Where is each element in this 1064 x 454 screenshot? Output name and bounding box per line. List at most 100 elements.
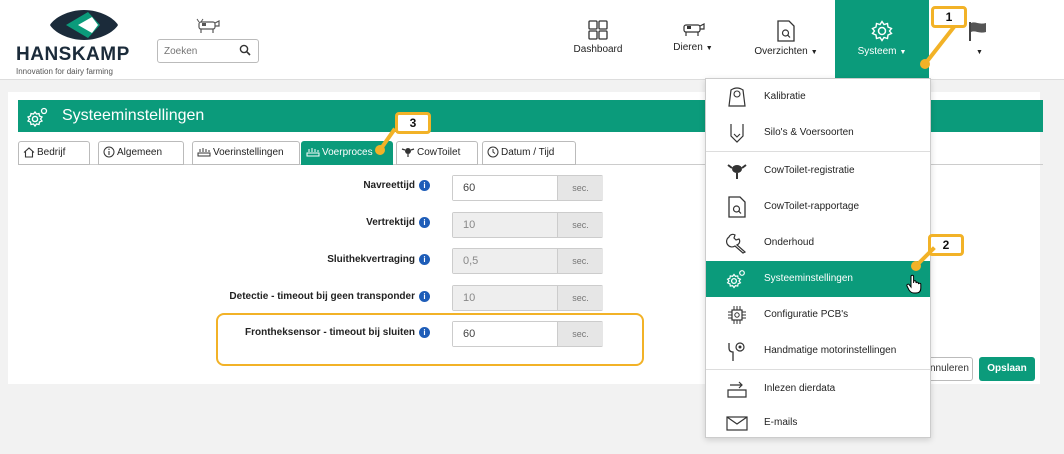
menu-label: Inlezen dierdata <box>764 383 836 394</box>
menu-label: Systeeminstellingen <box>764 273 853 284</box>
cow-icon <box>196 18 220 33</box>
brand-tagline: Innovation for dairy farming <box>16 67 113 76</box>
systeem-dropdown-menu: Kalibratie Silo's & Voersoorten CowToile… <box>705 78 931 438</box>
info-icon[interactable]: i <box>419 291 430 302</box>
setting-value: 0,5 <box>453 249 557 273</box>
menu-item-silos[interactable]: Silo's & Voersoorten <box>706 115 930 151</box>
nav-dieren[interactable]: Dieren ▼ <box>656 0 730 79</box>
report-icon <box>777 20 795 42</box>
setting-label-navreettijd: Navreettijd i <box>190 180 430 191</box>
mail-icon <box>726 416 748 431</box>
flag-icon <box>969 22 986 41</box>
search-field[interactable] <box>157 39 259 63</box>
gear-icon <box>726 270 745 289</box>
setting-label-sluithekvertraging: Sluithekvertraging i <box>190 254 430 265</box>
menu-label: E-mails <box>764 417 798 428</box>
page-title: Systeeminstellingen <box>62 107 205 124</box>
menu-label: Onderhoud <box>764 237 815 248</box>
setting-unit: sec. <box>557 176 603 200</box>
report-icon <box>728 196 746 218</box>
tab-voerinstellingen[interactable]: Voerinstellingen <box>192 141 300 165</box>
feed-icon <box>306 148 320 157</box>
setting-label-vertrektijd: Vertrektijd i <box>190 217 430 228</box>
chevron-down-icon: ▼ <box>899 49 907 56</box>
clock-icon <box>487 146 499 158</box>
wrench-icon <box>726 233 747 254</box>
motor-icon <box>728 342 745 361</box>
silo-icon <box>730 124 744 143</box>
cow-icon <box>401 148 415 158</box>
save-button[interactable]: Opslaan <box>979 357 1035 381</box>
menu-item-inlezen-dierdata[interactable]: Inlezen dierdata <box>706 371 930 407</box>
tab-label: Datum / Tijd <box>501 147 555 158</box>
logo-mark-icon <box>50 10 118 40</box>
setting-value: 10 <box>453 213 557 237</box>
chip-icon <box>728 306 746 324</box>
menu-item-onderhoud[interactable]: Onderhoud <box>706 225 930 261</box>
menu-divider <box>706 151 930 152</box>
search-icon[interactable] <box>239 44 251 56</box>
setting-field-sluithekvertraging: 0,5 sec. <box>452 248 603 274</box>
chevron-down-icon: ▼ <box>976 49 983 56</box>
brand-name: HANSKAMP <box>16 44 130 65</box>
setting-unit: sec. <box>557 213 603 237</box>
setting-unit: sec. <box>557 249 603 273</box>
nav-dashboard[interactable]: Dashboard <box>562 0 634 79</box>
cow-icon <box>727 164 747 179</box>
tab-algemeen[interactable]: Algemeen <box>98 141 184 165</box>
setting-field-detectie-timeout: 10 sec. <box>452 285 603 311</box>
chevron-down-icon: ▼ <box>810 49 818 56</box>
menu-item-cowtoilet-rapportage[interactable]: CowToilet-rapportage <box>706 189 930 225</box>
setting-field-vertrektijd: 10 sec. <box>452 212 603 238</box>
info-icon[interactable]: i <box>419 254 430 265</box>
menu-label: CowToilet-rapportage <box>764 201 860 212</box>
gear-icon <box>26 107 48 128</box>
cow-icon <box>683 23 705 36</box>
menu-divider <box>706 369 930 370</box>
nav-dieren-label: Dieren <box>673 42 703 53</box>
menu-item-e-mails[interactable]: E-mails <box>706 405 930 441</box>
annotation-badge-1: 1 <box>931 6 967 28</box>
highlight-frame <box>216 313 644 366</box>
menu-item-handmatige-motorinstellingen[interactable]: Handmatige motorinstellingen <box>706 333 930 369</box>
nav-systeem-label: Systeem <box>857 46 897 57</box>
top-navigation-bar: HANSKAMP Innovation for dairy farming Da… <box>0 0 1064 80</box>
nav-overzichten-label: Overzichten <box>754 46 808 57</box>
menu-label: CowToilet-registratie <box>764 165 855 176</box>
info-circle-icon <box>103 146 115 158</box>
annotation-badge-3: 3 <box>395 112 431 134</box>
tab-bedrijf[interactable]: Bedrijf <box>18 141 90 165</box>
info-icon[interactable]: i <box>419 217 430 228</box>
chevron-down-icon: ▼ <box>705 45 713 52</box>
setting-unit: sec. <box>557 286 603 310</box>
setting-field-navreettijd[interactable]: 60 sec. <box>452 175 603 201</box>
menu-label: Silo's & Voersoorten <box>764 127 854 138</box>
menu-label: Handmatige motorinstellingen <box>764 345 897 356</box>
nav-systeem[interactable]: Systeem ▼ <box>835 0 929 79</box>
tab-cowtoilet[interactable]: CowToilet <box>396 141 478 165</box>
menu-item-systeeminstellingen[interactable]: Systeeminstellingen <box>706 261 930 297</box>
menu-item-kalibratie[interactable]: Kalibratie <box>706 79 930 115</box>
cancel-button[interactable]: nnuleren <box>925 357 973 381</box>
gear-icon <box>871 20 893 42</box>
dashboard-icon <box>588 20 608 40</box>
tab-label: CowToilet <box>417 147 461 158</box>
tab-label: Bedrijf <box>37 147 66 158</box>
tab-datum-tijd[interactable]: Datum / Tijd <box>482 141 576 165</box>
tab-label: Algemeen <box>117 147 163 158</box>
nav-dashboard-label: Dashboard <box>573 44 623 55</box>
tab-label: Voerinstellingen <box>213 147 284 158</box>
nav-overzichten[interactable]: Overzichten ▼ <box>744 0 828 79</box>
hand-cursor-icon <box>906 274 922 294</box>
home-icon <box>23 147 35 158</box>
setting-label-detectie-timeout: Detectie - timeout bij geen transponder i <box>150 291 430 302</box>
annotation-badge-2: 2 <box>928 234 964 256</box>
info-icon[interactable]: i <box>419 180 430 191</box>
search-input[interactable] <box>164 40 236 62</box>
scale-icon <box>728 87 746 107</box>
setting-value[interactable]: 60 <box>453 176 557 200</box>
tab-label: Voerproces <box>322 147 373 158</box>
menu-item-cowtoilet-registratie[interactable]: CowToilet-registratie <box>706 153 930 189</box>
feed-icon <box>197 148 211 157</box>
menu-item-configuratie-pcb[interactable]: Configuratie PCB's <box>706 297 930 333</box>
